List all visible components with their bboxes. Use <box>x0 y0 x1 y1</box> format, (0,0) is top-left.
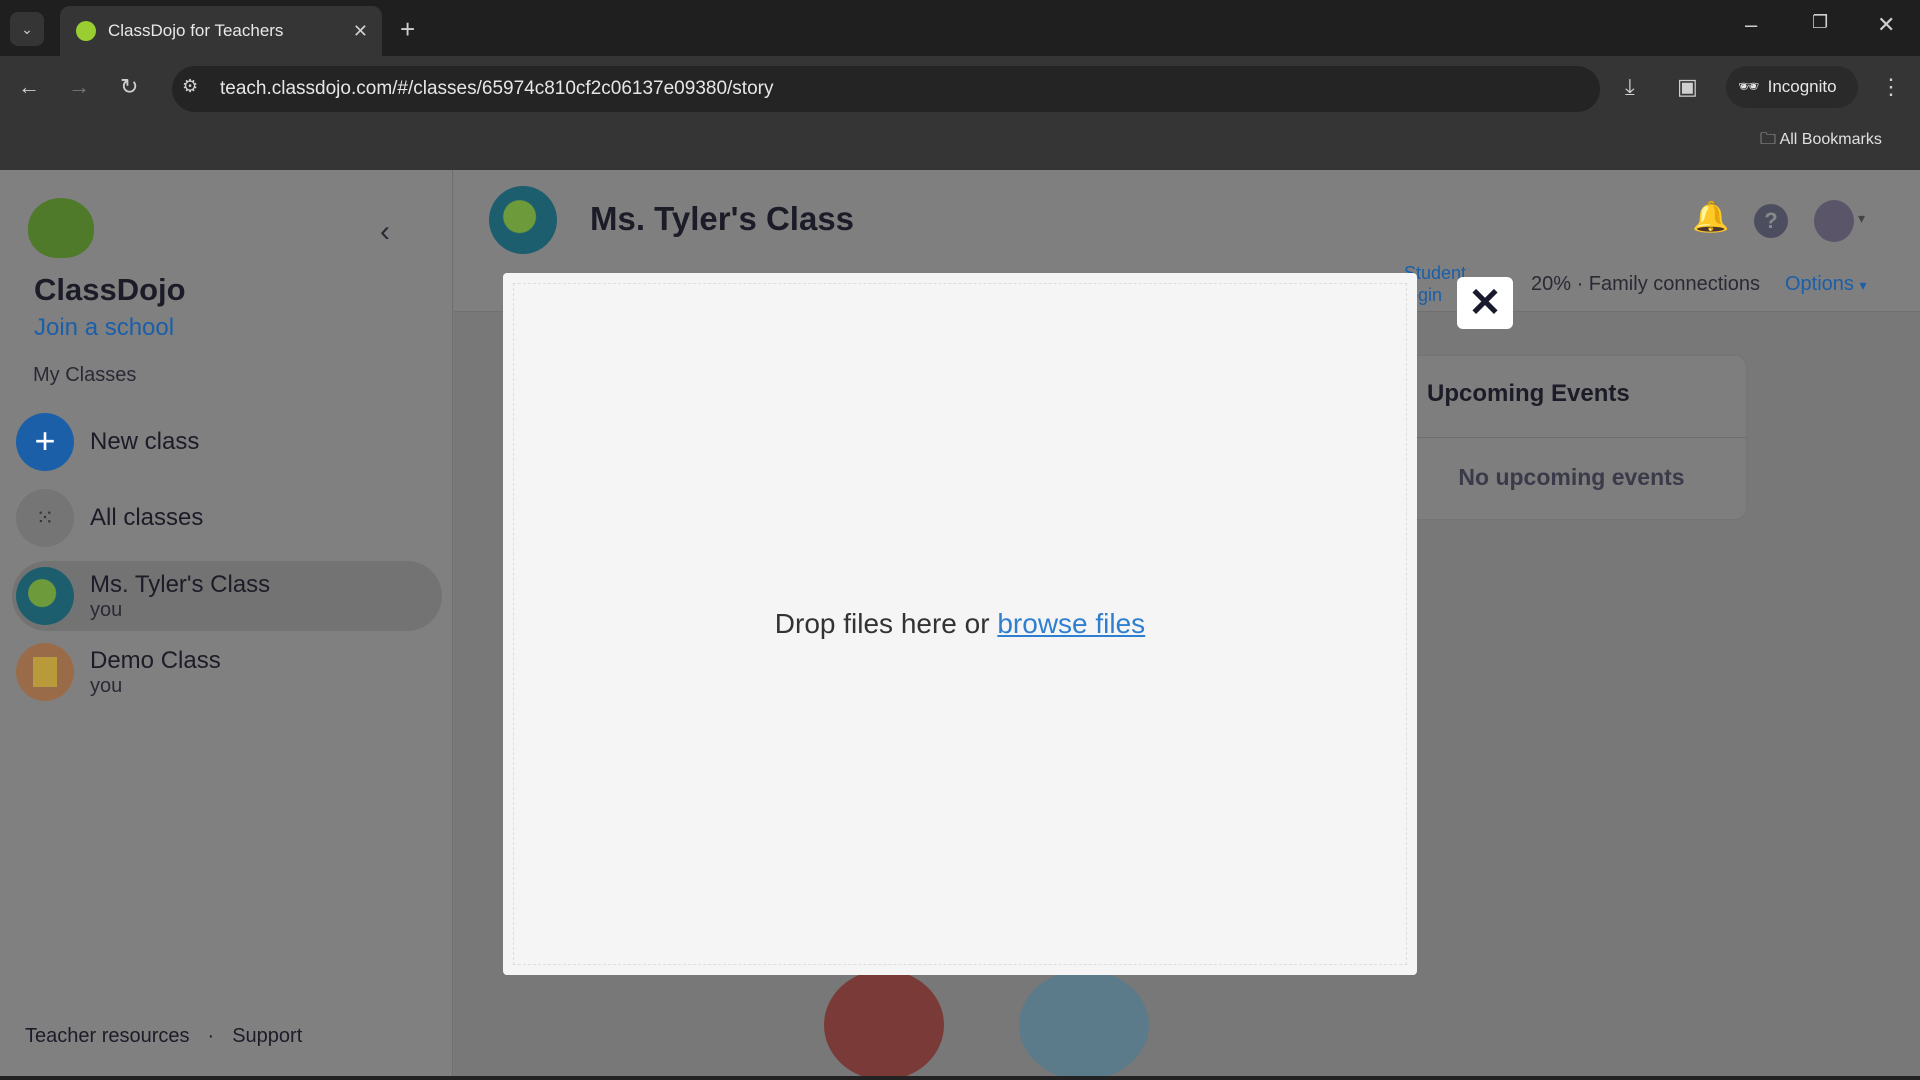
incognito-label: Incognito <box>1767 77 1837 96</box>
notification-bell-icon[interactable]: 🔔 <box>1692 200 1729 235</box>
all-classes-label: All classes <box>90 504 204 531</box>
book-icon <box>16 643 74 701</box>
tab-close-icon[interactable]: ✕ <box>353 21 368 42</box>
tab-search-button[interactable]: ⌄ <box>10 12 44 46</box>
help-icon[interactable]: ? <box>1754 204 1788 238</box>
classdojo-logo-icon <box>28 198 94 258</box>
page-title: Ms. Tyler's Class <box>590 200 855 237</box>
chevron-down-icon: ▾ <box>1859 277 1867 293</box>
file-upload-modal: Drop files here or browse files <box>503 273 1417 975</box>
sidebar-item-demo-class[interactable]: Demo Class you <box>12 637 442 707</box>
close-window-icon[interactable]: ✕ <box>1877 12 1895 38</box>
no-events-text: No upcoming events <box>1458 464 1685 490</box>
join-school-link[interactable]: Join a school <box>34 314 174 342</box>
class-globe-icon <box>489 186 557 254</box>
incognito-badge[interactable]: 🕶 Incognito <box>1726 66 1858 108</box>
avatar[interactable] <box>1814 200 1854 242</box>
restore-icon[interactable]: ❐ <box>1812 12 1828 33</box>
reload-icon[interactable]: ↻ <box>120 74 138 100</box>
browser-tab[interactable]: ClassDojo for Teachers ✕ <box>60 6 382 56</box>
url-text: teach.classdojo.com/#/classes/65974c810c… <box>220 78 774 99</box>
forward-icon[interactable]: → <box>68 74 90 100</box>
class-name: Ms. Tyler's Class <box>90 570 271 598</box>
brand-name: ClassDojo <box>34 272 186 307</box>
options-dropdown[interactable]: Options ▾ <box>1785 273 1867 296</box>
site-info-icon[interactable]: ⚙ <box>182 76 198 97</box>
new-class-button[interactable]: + New class <box>12 407 442 477</box>
collapse-sidebar-icon[interactable]: ‹ <box>380 215 390 249</box>
plus-icon: + <box>16 413 74 471</box>
class-name: Demo Class <box>90 646 221 674</box>
side-panel-icon[interactable]: ▣ <box>1677 74 1698 100</box>
address-bar[interactable]: ⚙ teach.classdojo.com/#/classes/65974c81… <box>172 66 1600 112</box>
new-tab-icon[interactable]: + <box>400 14 415 45</box>
classdojo-favicon-icon <box>76 21 96 41</box>
sidebar: ‹ ClassDojo Join a school My Classes + Ne… <box>0 170 453 1080</box>
file-drop-zone[interactable]: Drop files here or browse files <box>513 283 1407 965</box>
bottom-edge <box>0 1076 1920 1080</box>
all-classes-button[interactable]: ⁙ All classes <box>12 483 442 553</box>
sidebar-footer: Teacher resources · Support <box>25 1025 302 1048</box>
incognito-icon: 🕶 <box>1738 77 1760 96</box>
family-connections[interactable]: 20% · Family connections <box>1531 273 1760 296</box>
new-class-label: New class <box>90 428 200 455</box>
browser-tab-bar: ⌄ ClassDojo for Teachers ✕ + – ❐ ✕ <box>0 0 1920 56</box>
minimize-icon[interactable]: – <box>1745 12 1757 38</box>
sidebar-item-ms-tylers-class[interactable]: Ms. Tyler's Class you <box>12 561 442 631</box>
footer-separator: · <box>207 1025 215 1047</box>
avatar-chevron-icon[interactable]: ▾ <box>1858 210 1865 227</box>
all-bookmarks-label: All Bookmarks <box>1779 131 1882 148</box>
class-owner: you <box>90 598 123 621</box>
support-link[interactable]: Support <box>232 1025 302 1048</box>
my-classes-heading: My Classes <box>33 364 137 386</box>
back-icon[interactable]: ← <box>18 74 40 100</box>
events-title: Upcoming Events <box>1397 356 1746 438</box>
grid-icon: ⁙ <box>16 489 74 547</box>
close-modal-button[interactable]: ✕ <box>1457 277 1513 329</box>
illustration <box>1019 970 1149 1080</box>
all-bookmarks[interactable]: 🗀 All Bookmarks <box>1760 128 1882 155</box>
browse-files-link[interactable]: browse files <box>997 608 1145 640</box>
upcoming-events-card: Upcoming Events No upcoming events <box>1396 355 1747 520</box>
drop-text: Drop files here or <box>774 608 998 639</box>
download-icon[interactable]: ⤓ <box>1625 74 1635 100</box>
class-owner: you <box>90 674 123 697</box>
teacher-resources-link[interactable]: Teacher resources <box>25 1025 190 1048</box>
tab-title: ClassDojo for Teachers <box>108 21 284 40</box>
menu-icon[interactable]: ⋮ <box>1880 74 1902 100</box>
options-label: Options <box>1785 273 1854 295</box>
globe-icon <box>16 567 74 625</box>
illustration <box>824 970 944 1080</box>
